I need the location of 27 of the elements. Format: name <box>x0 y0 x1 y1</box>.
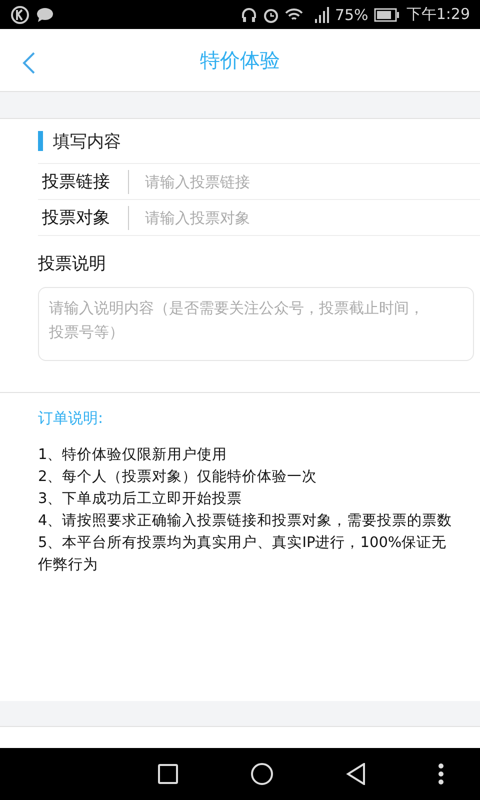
more-options-button[interactable] <box>438 763 444 785</box>
wifi-icon <box>284 6 303 22</box>
k-icon <box>10 4 30 24</box>
back-nav-button[interactable] <box>346 763 366 785</box>
clock-time: 下午1:29 <box>406 5 470 24</box>
note-text: 5、本平台所有投票均为真实用户、真实IP进行，100%保证无作弊行为 <box>38 534 448 575</box>
accent-bar <box>38 131 43 151</box>
field-label: 投票链接 <box>42 171 111 193</box>
home-button[interactable] <box>250 762 274 786</box>
page-title: 特价体验 <box>200 46 280 74</box>
notes-title: 订单说明: <box>38 409 104 428</box>
recent-apps-button[interactable] <box>158 764 178 784</box>
alarm-clock-icon <box>262 6 279 22</box>
note-text: 1、特价体验仅限新用户使用 <box>38 446 228 465</box>
field-label: 投票对象 <box>42 207 111 229</box>
note-text: 4、请按照要求正确输入投票链接和投票对象，需要投票的票数 <box>38 512 454 531</box>
battery-percentage: 75% <box>334 6 368 24</box>
headphones-icon <box>240 6 257 22</box>
battery-icon <box>374 8 400 22</box>
note-text: 3、下单成功后工立即开始投票 <box>38 490 244 509</box>
note-text: 2、每个人（投票对象）仅能特价体验一次 <box>38 468 318 487</box>
description-label: 投票说明 <box>38 253 107 276</box>
section-title: 填写内容 <box>53 130 121 152</box>
chat-bubble-icon <box>36 6 54 22</box>
input-field[interactable]: 请输入投票链接 <box>143 172 480 192</box>
description-field[interactable]: 请输入说明内容（是否需要关注公众号，投票截止时间，投票号等） <box>38 287 474 361</box>
input-field[interactable]: 请输入投票对象 <box>143 208 480 228</box>
